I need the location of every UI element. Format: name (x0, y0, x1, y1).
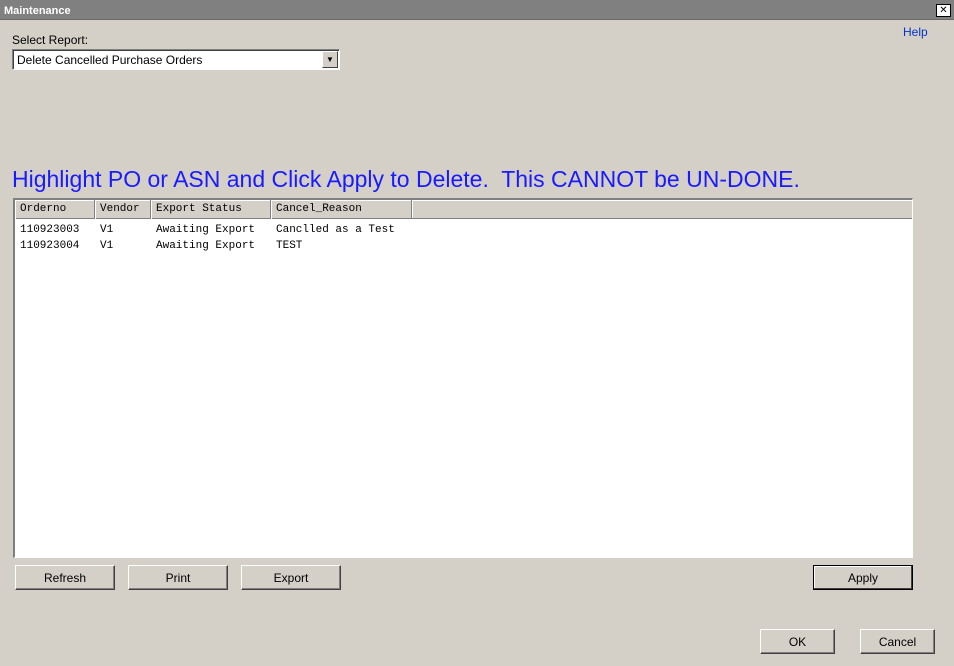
column-header-export-status[interactable]: Export Status (151, 200, 271, 219)
select-report-value: Delete Cancelled Purchase Orders (17, 53, 203, 67)
window-title: Maintenance (4, 5, 71, 17)
maintenance-window: Maintenance ✕ Help Select Report: Delete… (0, 0, 954, 666)
orders-grid[interactable]: Orderno Vendor Export Status Cancel_Reas… (13, 198, 913, 558)
instruction-text: Highlight PO or ASN and Click Apply to D… (12, 166, 800, 192)
cell-cancel-reason: Canclled as a Test (276, 224, 395, 236)
ok-button[interactable]: OK (760, 629, 835, 654)
column-header-orderno[interactable]: Orderno (15, 200, 95, 219)
grid-header: Orderno Vendor Export Status Cancel_Reas… (15, 200, 912, 219)
cell-cancel-reason: TEST (276, 240, 303, 252)
grid-body: 110923003 V1 Awaiting Export Canclled as… (15, 219, 912, 254)
export-button[interactable]: Export (241, 565, 341, 590)
close-icon[interactable]: ✕ (936, 4, 951, 17)
select-report-dropdown[interactable]: Delete Cancelled Purchase Orders ▼ (12, 49, 340, 70)
cell-vendor: V1 (100, 224, 114, 236)
cell-orderno: 110923004 (20, 240, 80, 252)
print-button[interactable]: Print (128, 565, 228, 590)
title-bar: Maintenance ✕ (0, 0, 954, 20)
cell-vendor: V1 (100, 240, 114, 252)
table-row[interactable]: 110923004 V1 Awaiting Export TEST (15, 238, 912, 254)
help-link[interactable]: Help (903, 25, 928, 39)
column-header-cancel-reason[interactable]: Cancel_Reason (271, 200, 412, 219)
cell-export-status: Awaiting Export (156, 224, 256, 236)
table-row[interactable]: 110923003 V1 Awaiting Export Canclled as… (15, 222, 912, 238)
column-header-vendor[interactable]: Vendor (95, 200, 151, 219)
refresh-button[interactable]: Refresh (15, 565, 115, 590)
column-header-filler (412, 200, 912, 218)
cell-export-status: Awaiting Export (156, 240, 256, 252)
cancel-button[interactable]: Cancel (860, 629, 935, 654)
apply-button[interactable]: Apply (813, 565, 913, 590)
select-report-label: Select Report: (12, 33, 89, 47)
chevron-down-icon[interactable]: ▼ (322, 51, 338, 68)
cell-orderno: 110923003 (20, 224, 80, 236)
